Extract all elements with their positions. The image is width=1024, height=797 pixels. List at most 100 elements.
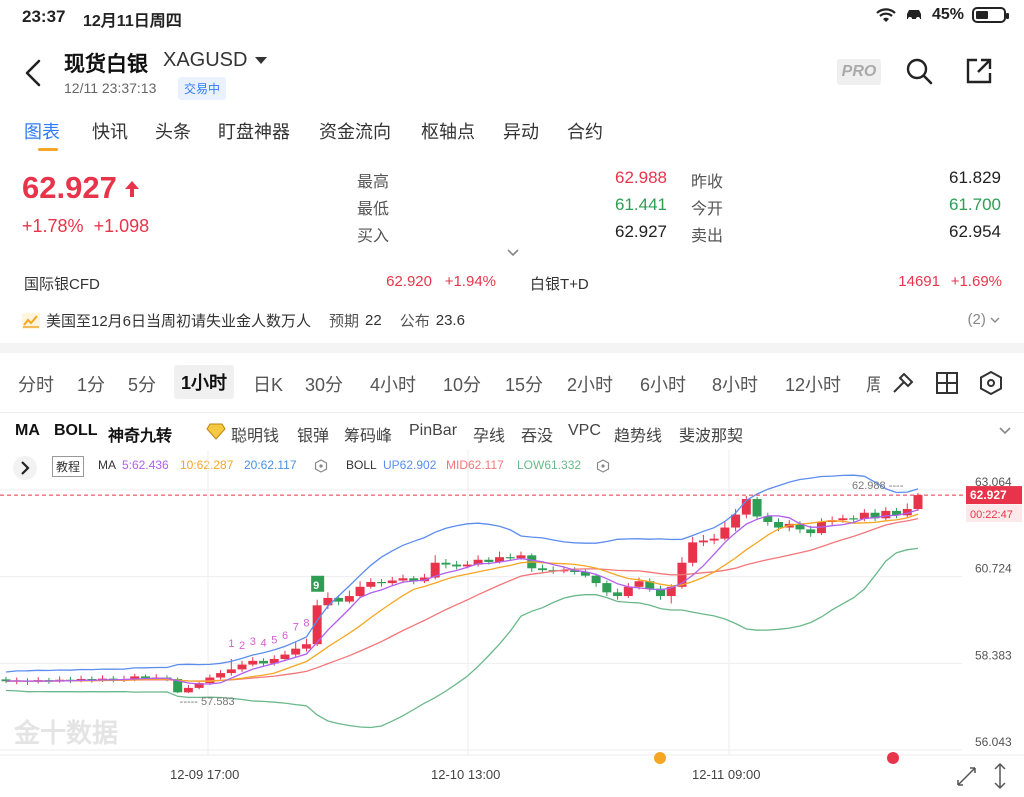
actual-value: 23.6 (435, 312, 465, 329)
back-icon[interactable] (22, 58, 46, 88)
period-weekly[interactable]: 周 (866, 371, 880, 397)
td-label[interactable]: 白银T+D (530, 273, 589, 294)
pro-button[interactable]: PRO (837, 59, 881, 85)
candle (344, 596, 354, 602)
indicator-engulfing[interactable]: 吞没 (521, 422, 553, 446)
candle (323, 597, 333, 606)
layout-grid-icon[interactable] (934, 370, 960, 396)
period-8hour[interactable]: 8小时 (712, 371, 758, 397)
candle (613, 592, 623, 597)
y-tick-label: 60.724 (975, 562, 1012, 576)
nine-turn-label: 3 (250, 636, 256, 648)
draw-tool-icon[interactable] (890, 370, 916, 396)
ma5-line (5, 509, 919, 685)
period-10min[interactable]: 10分 (443, 371, 481, 397)
page-title: 现货白银 (64, 53, 148, 76)
cfd-percent: +1.94% (444, 273, 496, 290)
tab-monitor[interactable]: 盯盘神器 (218, 118, 290, 144)
nine-turn-label: 7 (293, 621, 299, 633)
expected-value: 22 (365, 312, 382, 329)
tab-chart[interactable]: 图表 (24, 118, 60, 144)
tab-fund-flow[interactable]: 资金流向 (319, 118, 391, 144)
status-time: 23:37 (22, 7, 66, 26)
x-tick-label: 12-10 13:00 (431, 767, 500, 782)
news-text: 美国至12月6日当周初请失业金人数万人 (46, 313, 312, 330)
period-12hour[interactable]: 12小时 (785, 371, 841, 397)
cfd-price: 62.920 (386, 273, 432, 290)
indicator-pinbar[interactable]: PinBar (409, 422, 457, 440)
indicator-chip-peak[interactable]: 筹码峰 (344, 422, 392, 446)
tab-headlines[interactable]: 头条 (155, 118, 191, 144)
resize-icon[interactable] (994, 762, 1006, 790)
boll-upper-line (5, 474, 919, 673)
tab-flash[interactable]: 快讯 (92, 118, 128, 144)
nine-turn-label: 6 (282, 630, 288, 642)
period-5min[interactable]: 5分 (128, 371, 156, 397)
indicator-harami[interactable]: 孕线 (473, 422, 505, 446)
indicator-trendline[interactable]: 趋势线 (614, 422, 662, 446)
candle (452, 564, 462, 567)
indicator-fibonacci[interactable]: 斐波那契 (679, 422, 743, 446)
section-divider (0, 343, 1024, 353)
car-icon (906, 10, 921, 21)
period-6hour[interactable]: 6小时 (640, 371, 686, 397)
period-4hour[interactable]: 4小时 (370, 371, 416, 397)
symbol-selector[interactable]: XAGUSD (163, 49, 268, 72)
search-icon[interactable] (905, 57, 933, 85)
last-price: 62.927 (22, 170, 117, 205)
chart-trend-icon (22, 312, 40, 329)
period-15min[interactable]: 15分 (505, 371, 543, 397)
news-ticker[interactable]: 美国至12月6日当周初请失业金人数万人 预期 22 公布 23.6 (22, 310, 465, 331)
settings-hex-icon[interactable] (978, 370, 1004, 396)
tab-contract[interactable]: 合约 (567, 118, 603, 144)
bid-label: 买入 (357, 228, 390, 245)
news-count[interactable]: (2) (967, 311, 1000, 328)
battery-icon (972, 7, 1009, 23)
indicator-silver-bullet[interactable]: 银弹 (297, 422, 329, 446)
expand-icon[interactable] (957, 767, 976, 786)
cfd-label[interactable]: 国际银CFD (24, 273, 100, 294)
indicator-vpc[interactable]: VPC (568, 422, 601, 440)
chevron-down-icon[interactable] (255, 57, 268, 64)
diamond-icon (206, 423, 226, 440)
period-30min[interactable]: 30分 (305, 371, 343, 397)
candle (237, 664, 247, 670)
period-timeshare[interactable]: 分时 (18, 371, 54, 397)
high-label: 最高 (357, 174, 390, 191)
status-bar: 23:37 12月11日周四 45% (0, 0, 1024, 34)
arrow-up-icon (125, 181, 139, 197)
low-marker: ----- 57.583 (180, 696, 235, 708)
candle (709, 538, 719, 541)
status-badge: 交易中 (178, 77, 227, 100)
td-price: 14691 (898, 273, 940, 290)
indicator-smart-money[interactable]: 聪明钱 (231, 422, 279, 446)
indicator-bar: MA BOLL 神奇九转 聪明钱 银弹 筹码峰 PinBar 孕线 吞没 VPC… (0, 418, 1024, 446)
candle (398, 578, 408, 581)
tab-anomaly[interactable]: 异动 (503, 118, 539, 144)
nine-turn-label: 1 (228, 638, 234, 650)
price-tag-label: 62.927 (970, 488, 1007, 502)
indicator-boll[interactable]: BOLL (54, 422, 98, 440)
indicator-nine-turn[interactable]: 神奇九转 (108, 422, 172, 446)
status-date: 12月11日周四 (83, 13, 182, 30)
candlestick-chart[interactable]: 63.06460.72458.38356.043金十数据62.92700:22:… (0, 450, 1024, 797)
share-icon[interactable] (965, 57, 993, 85)
period-1min[interactable]: 1分 (77, 371, 105, 397)
candle (355, 586, 365, 597)
low-value: 61.441 (615, 195, 667, 214)
high-value: 62.988 (615, 168, 667, 187)
indicator-ma[interactable]: MA (15, 422, 40, 440)
bid-value: 62.927 (615, 222, 667, 241)
ma10-line (5, 513, 919, 682)
boll-mid-line (5, 517, 919, 682)
tab-pivot[interactable]: 枢轴点 (421, 118, 475, 144)
chevron-down-icon[interactable] (998, 426, 1012, 436)
period-1hour[interactable]: 1小时 (174, 365, 235, 399)
period-daily[interactable]: 日K (253, 371, 283, 397)
nine-turn-label: 2 (239, 640, 245, 652)
candle (183, 687, 193, 693)
nine-turn-label: 4 (261, 637, 267, 649)
expand-chevron-icon[interactable] (506, 248, 520, 258)
period-2hour[interactable]: 2小时 (567, 371, 613, 397)
high-marker: 62.988 ---- (852, 480, 904, 492)
